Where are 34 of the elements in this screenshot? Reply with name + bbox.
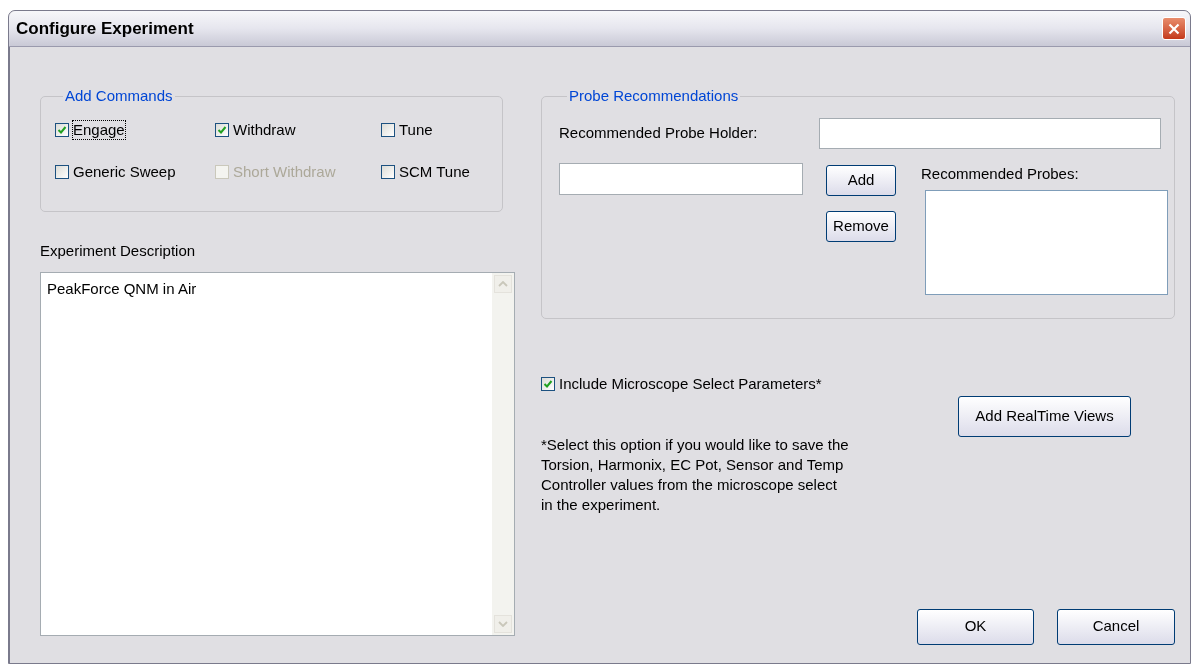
checkbox-label: Withdraw [233,120,296,139]
probes-listbox[interactable] [925,190,1168,295]
checkbox-label: Include Microscope Select Parameters* [559,374,822,394]
checkbox[interactable] [541,377,555,392]
checkbox[interactable] [381,164,395,179]
probe-input-field[interactable] [559,162,803,195]
checkbox[interactable] [215,122,229,137]
button[interactable]: Cancel [1057,608,1175,645]
group-title: Probe Recommendations [568,86,740,106]
checkbox[interactable] [381,122,395,137]
field-label: Recommended Probe Holder: [559,122,759,143]
checkbox-label: Short Withdraw [233,162,336,181]
button[interactable]: Add [826,164,896,196]
probe-holder-field[interactable] [819,117,1161,149]
description-text: PeakForce QNM in Air [46,278,198,299]
checkbox-label: SCM Tune [399,162,470,181]
checkbox-label: Generic Sweep [73,162,176,181]
checkbox-label: Tune [399,120,433,139]
group-title: Add Commands [64,86,174,106]
checkbox[interactable] [55,164,69,179]
checkmark-icon [57,124,67,135]
button[interactable]: OK [917,608,1034,645]
window-title: Configure Experiment [16,17,194,40]
close-button[interactable] [1162,17,1186,40]
button[interactable]: Remove [826,210,896,242]
checkbox-label: Engage [73,120,125,139]
close-icon [1168,22,1180,35]
field-label: Experiment Description [40,241,197,261]
note-text: *Select this option if you would like to save the Torsion, Harmonix, EC Pot, Sensor and Temp Controller values from the microscope select in the experiment. [541,434,850,515]
checkbox[interactable] [55,122,69,137]
button[interactable]: Add RealTime Views [958,396,1131,437]
field-label: Recommended Probes: [921,163,1080,184]
checkmark-icon [543,379,553,390]
checkmark-icon [217,124,227,135]
